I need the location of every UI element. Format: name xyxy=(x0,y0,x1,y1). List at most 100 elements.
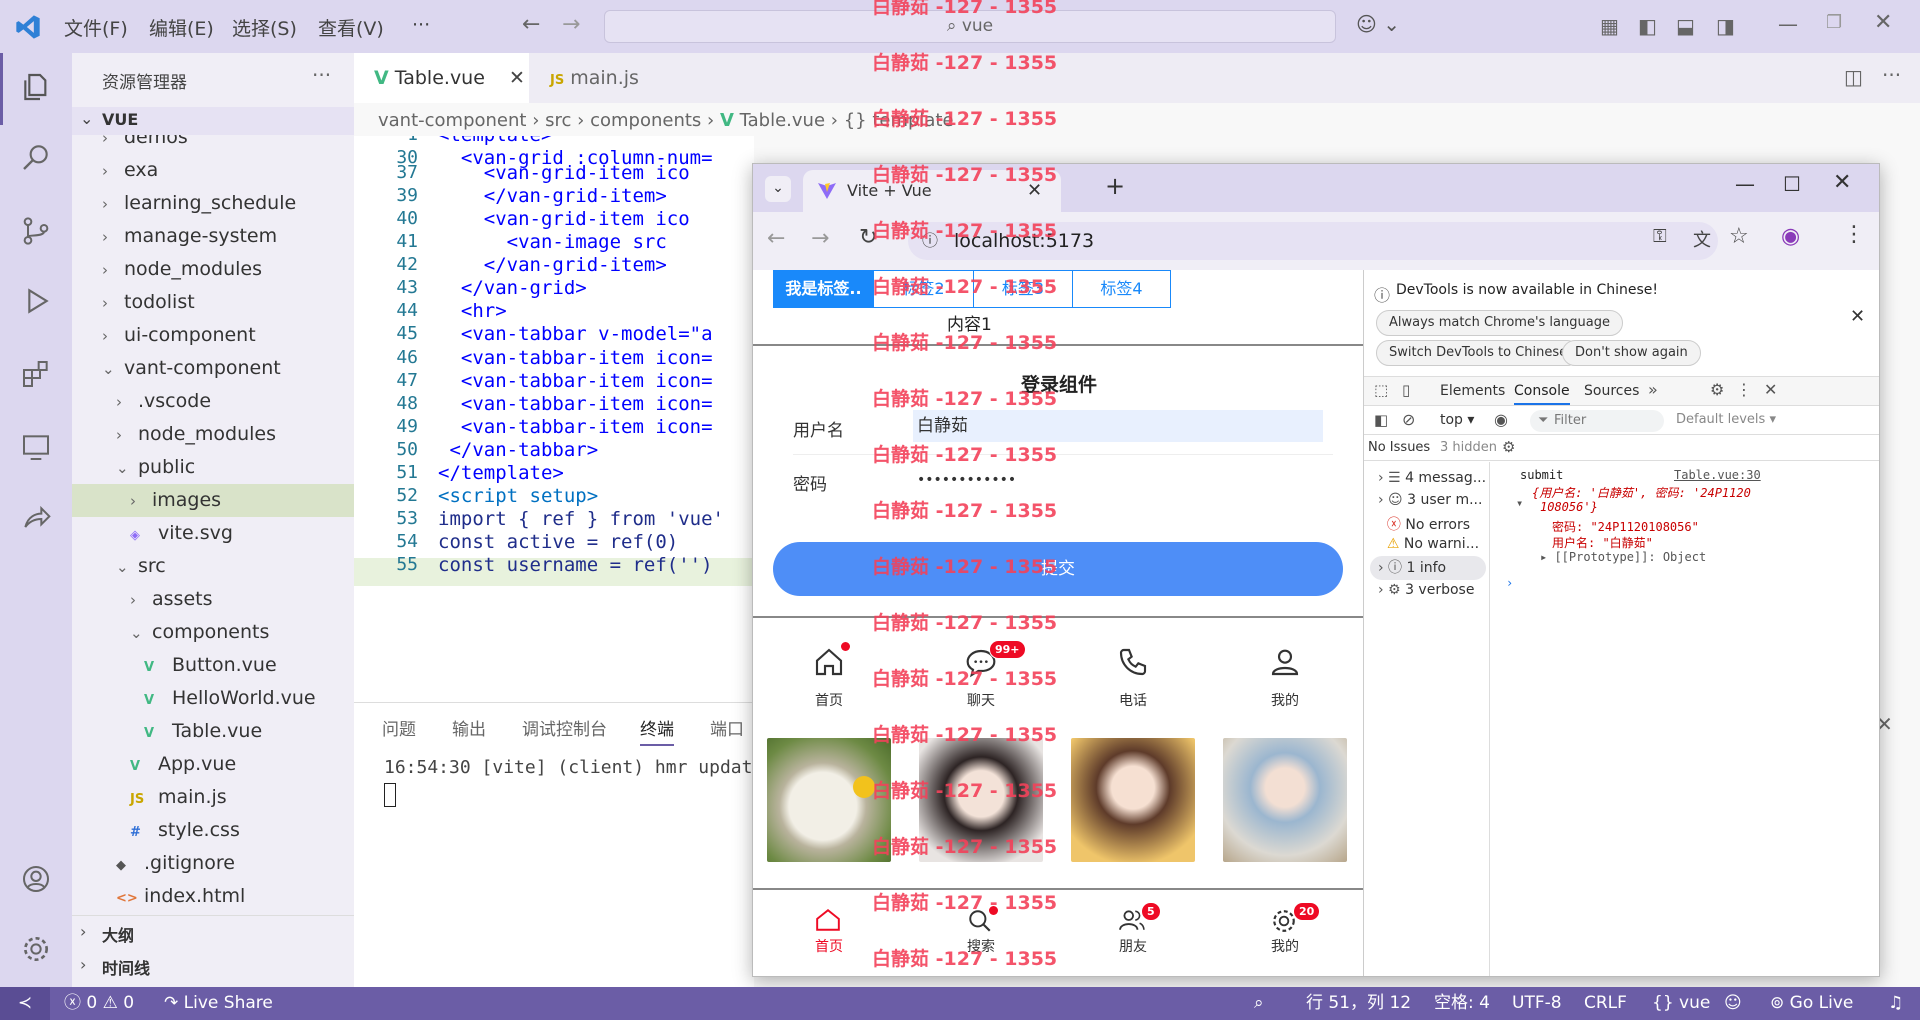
tabbar-item-home[interactable]: 首页 xyxy=(753,894,905,964)
inspect-element-icon[interactable]: ⬚ xyxy=(1374,381,1388,399)
tree-item[interactable]: V App.vue xyxy=(72,748,354,781)
tree-item[interactable]: › ui-component xyxy=(72,319,354,352)
layout-customize-icon[interactable]: ▦ xyxy=(1600,14,1619,38)
extensions-icon[interactable] xyxy=(20,358,52,390)
always-match-language-button[interactable]: Always match Chrome's language xyxy=(1376,310,1623,336)
tree-item[interactable]: V Table.vue xyxy=(72,715,354,748)
go-live-button[interactable]: ⊚ Go Live xyxy=(1770,987,1853,1020)
problems-indicator[interactable]: ⓧ 0 ⚠ 0 xyxy=(64,987,134,1020)
menu-more[interactable]: ··· xyxy=(412,14,430,36)
kebab-menu-icon[interactable]: ⋮ xyxy=(1736,380,1752,399)
toggle-sidebar-icon[interactable]: ◧ xyxy=(1638,14,1657,38)
menu-edit[interactable]: 编辑(E) xyxy=(149,14,214,41)
grid-item-chat[interactable]: 99+ 聊天 xyxy=(905,626,1057,726)
more-actions-icon[interactable]: ··· xyxy=(1882,63,1901,87)
breadcrumb-item[interactable]: components xyxy=(590,110,701,131)
tree-item[interactable]: <> index.html xyxy=(72,880,354,913)
tab-console[interactable]: Console xyxy=(1514,383,1570,405)
tab-search-icon[interactable]: ⌄ xyxy=(765,176,791,202)
minimize-icon[interactable]: — xyxy=(1778,12,1798,36)
forward-arrow-icon[interactable]: → xyxy=(811,226,829,251)
close-window-icon[interactable]: ✕ xyxy=(1874,10,1892,35)
translate-icon[interactable]: 文 xyxy=(1693,226,1711,252)
cursor-position[interactable]: 行 51，列 12 xyxy=(1306,987,1411,1020)
device-toolbar-icon[interactable]: ▯ xyxy=(1402,381,1410,399)
issues-count[interactable]: No Issues xyxy=(1368,440,1430,455)
tab-1[interactable]: 我是标签.. xyxy=(774,271,873,307)
tab-2[interactable]: 标签2 xyxy=(873,271,973,307)
new-tab-icon[interactable]: + xyxy=(1105,172,1125,200)
close-icon[interactable]: ✕ xyxy=(509,67,525,89)
tree-item[interactable]: › learning_schedule xyxy=(72,187,354,220)
tab-3[interactable]: 标签3 xyxy=(973,271,1072,307)
breadcrumb-item[interactable]: src xyxy=(545,110,571,131)
grid-item-home[interactable]: 首页 xyxy=(753,626,905,726)
tree-item[interactable]: ◆ .gitignore xyxy=(72,847,354,880)
tree-item[interactable]: # style.css xyxy=(72,814,354,847)
copilot-icon[interactable]: ☺ xyxy=(1724,987,1742,1020)
log-levels-dropdown[interactable]: Default levels ▾ xyxy=(1676,412,1776,427)
sidebar-verbose[interactable]: › ⚙ 3 verbose xyxy=(1378,582,1474,598)
log-object[interactable]: {用户名: '白静茹', 密码: '24P1120 xyxy=(1532,484,1751,501)
expand-triangle-icon[interactable]: ▾ xyxy=(1516,496,1523,510)
clear-console-icon[interactable]: ⊘ xyxy=(1402,410,1415,429)
source-control-icon[interactable] xyxy=(20,215,52,247)
bookmark-star-icon[interactable]: ☆ xyxy=(1729,224,1749,249)
eye-icon[interactable]: ◉ xyxy=(1494,410,1508,429)
split-editor-icon[interactable]: ◫ xyxy=(1844,65,1863,89)
console-filter-input[interactable]: ⏷ Filter xyxy=(1530,410,1664,432)
log-prototype[interactable]: ▸ [[Prototype]]: Object xyxy=(1540,550,1706,564)
menu-file[interactable]: 文件(F) xyxy=(64,14,128,41)
more-tabs-icon[interactable]: » xyxy=(1648,380,1658,399)
live-share-button[interactable]: ↷ Live Share xyxy=(164,987,273,1020)
gear-icon[interactable]: ⚙ xyxy=(1502,438,1515,456)
tree-item[interactable]: › .vscode xyxy=(72,385,354,418)
tree-item[interactable]: › demos xyxy=(72,135,354,154)
tree-item[interactable]: ◈ vite.svg xyxy=(72,517,354,550)
tabbar-item-mine[interactable]: 20 我的 xyxy=(1209,894,1361,964)
forward-arrow-icon[interactable]: → xyxy=(562,12,580,37)
tree-item[interactable]: › assets xyxy=(72,583,354,616)
tabbar-item-friends[interactable]: 5 朋友 xyxy=(1057,894,1209,964)
kebab-menu-icon[interactable]: ⋮ xyxy=(1843,222,1865,247)
toggle-panel-icon[interactable]: ⬓ xyxy=(1676,14,1695,38)
restore-icon[interactable]: ❐ xyxy=(1826,12,1842,33)
timeline-section[interactable]: 时间线 xyxy=(102,955,150,979)
search-icon[interactable] xyxy=(20,141,52,173)
tree-item[interactable]: › manage-system xyxy=(72,220,354,253)
run-debug-icon[interactable] xyxy=(20,285,52,317)
tree-item[interactable]: ⌄ src xyxy=(72,550,354,583)
panel-tab-ports[interactable]: 端口 xyxy=(710,715,744,740)
remote-explorer-icon[interactable] xyxy=(20,431,52,463)
reload-icon[interactable]: ↻ xyxy=(859,225,877,250)
minimize-icon[interactable]: — xyxy=(1735,172,1755,196)
tab-4[interactable]: 标签4 xyxy=(1072,271,1170,307)
maximize-icon[interactable]: ☐ xyxy=(1783,172,1801,196)
back-arrow-icon[interactable]: ← xyxy=(767,226,785,251)
profile-icon[interactable]: ◉ xyxy=(1781,224,1800,249)
username-input[interactable]: 白静茹 xyxy=(913,410,1323,442)
tree-item[interactable]: JS main.js xyxy=(72,781,354,814)
password-input[interactable]: •••••••••••• xyxy=(913,464,1323,496)
workspace-root[interactable]: ⌄ VUE xyxy=(72,107,354,135)
panel-tab-output[interactable]: 输出 xyxy=(452,715,486,740)
toggle-secondary-sidebar-icon[interactable]: ◨ xyxy=(1716,14,1735,38)
sidebar-warnings[interactable]: ⚠ No warni... xyxy=(1378,536,1479,552)
grid-item-mine[interactable]: 我的 xyxy=(1209,626,1361,726)
sidebar-toggle-icon[interactable]: ◧ xyxy=(1374,411,1388,429)
tree-item[interactable]: V Button.vue xyxy=(72,649,354,682)
eol[interactable]: CRLF xyxy=(1584,987,1627,1020)
sidebar-errors[interactable]: ⓧ No errors xyxy=(1378,514,1470,534)
explorer-icon[interactable] xyxy=(20,71,52,103)
back-arrow-icon[interactable]: ← xyxy=(522,12,540,37)
close-notice-icon[interactable]: ✕ xyxy=(1850,306,1865,327)
tab-elements[interactable]: Elements xyxy=(1440,383,1505,399)
sidebar-info[interactable]: › ⓘ 1 info xyxy=(1370,556,1486,580)
tab-main-js[interactable]: JS main.js xyxy=(530,53,710,103)
dont-show-again-button[interactable]: Don't show again xyxy=(1562,340,1701,366)
tabbar-item-search[interactable]: 搜索 xyxy=(905,894,1057,964)
url-field[interactable]: ⓘ localhost:5173 xyxy=(908,222,1718,260)
grid-item-phone[interactable]: 电话 xyxy=(1057,626,1209,726)
tree-item[interactable]: ⌄ vant-component xyxy=(72,352,354,385)
close-window-icon[interactable]: ✕ xyxy=(1833,170,1851,195)
